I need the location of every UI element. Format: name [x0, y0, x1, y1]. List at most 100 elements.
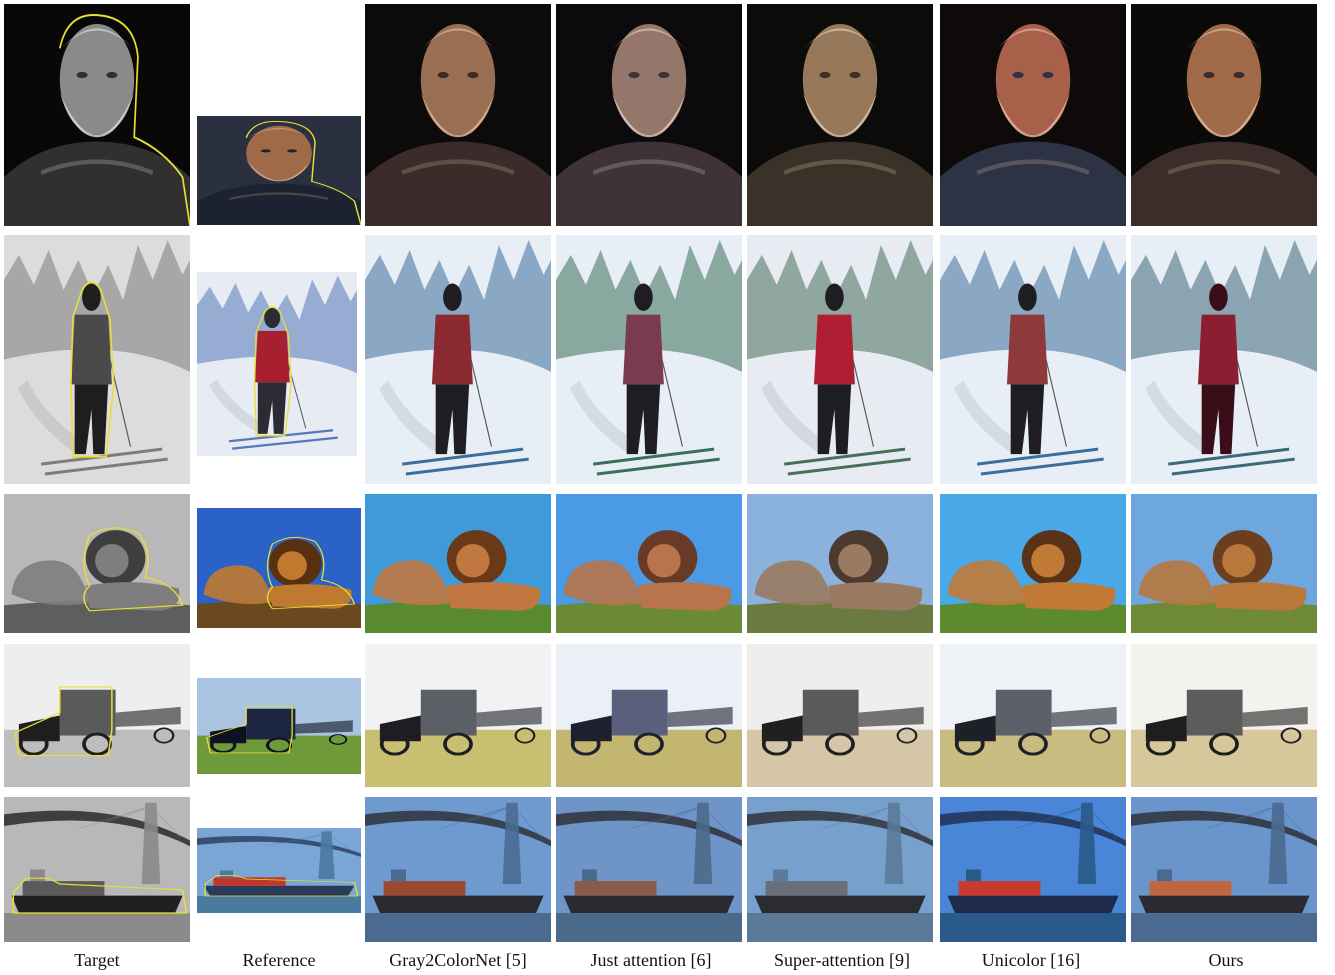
lion-face: [838, 544, 872, 578]
helmet: [82, 283, 101, 311]
lion-face: [277, 551, 307, 580]
ship-bridge: [219, 870, 234, 878]
comparison-grid: [0, 0, 1335, 975]
column-label-just-attention: Just attention [6]: [590, 950, 712, 970]
right-eye: [106, 71, 118, 79]
lion-face: [95, 544, 129, 578]
left-eye: [437, 71, 449, 79]
column-label-gray2colornet: Gray2ColorNet [5]: [389, 950, 527, 970]
column-label-target: Target: [74, 950, 120, 970]
scene-truck: [556, 644, 742, 787]
right-eye: [658, 71, 670, 79]
truck-box: [802, 689, 859, 736]
scene-skier: [556, 235, 742, 484]
face: [802, 23, 878, 135]
lion-face: [1222, 544, 1256, 578]
image-lions-gray2colornet: [365, 494, 551, 633]
helmet: [634, 283, 653, 311]
face: [995, 23, 1071, 135]
containers: [1149, 881, 1232, 896]
column-label-super-attention: Super-attention [9]: [773, 950, 911, 970]
water: [4, 913, 190, 942]
image-skier-unicolor: [940, 235, 1126, 484]
face: [246, 125, 312, 181]
image-lions-unicolor: [940, 494, 1126, 633]
ship-bridge: [966, 869, 981, 882]
scene-ship: [940, 797, 1126, 942]
ship-bridge: [1157, 869, 1172, 882]
truck-box: [246, 708, 296, 740]
truck-box: [59, 689, 116, 736]
containers: [574, 881, 657, 896]
water: [940, 913, 1126, 942]
scene-truck: [4, 644, 190, 787]
lion-body: [828, 582, 923, 611]
image-skier-target: [4, 235, 190, 484]
scene-lions: [1131, 494, 1317, 633]
image-skier-ours: [1131, 235, 1317, 484]
image-portrait-super_attention: [747, 4, 933, 226]
water: [197, 896, 361, 913]
scene-portrait: [4, 4, 190, 226]
containers: [765, 881, 848, 896]
image-ship-ours: [1131, 797, 1317, 942]
scene-truck: [365, 644, 551, 787]
face: [420, 23, 496, 135]
lion-face: [647, 544, 681, 578]
scene-skier: [940, 235, 1126, 484]
image-ship-just_attention: [556, 797, 742, 942]
truck-box: [1186, 689, 1243, 736]
face: [611, 23, 687, 135]
scene-lions: [556, 494, 742, 633]
helmet: [1209, 283, 1228, 311]
lion-body: [1212, 582, 1307, 611]
lion-body: [1021, 582, 1116, 611]
ship-bridge: [582, 869, 597, 882]
image-truck-ours: [1131, 644, 1317, 787]
ship-hull: [11, 895, 183, 913]
image-lions-ours: [1131, 494, 1317, 633]
scene-truck: [1131, 644, 1317, 787]
left-eye: [1012, 71, 1024, 79]
image-portrait-gray2colornet: [365, 4, 551, 226]
image-portrait-unicolor: [940, 4, 1126, 226]
scene-portrait: [1131, 4, 1317, 226]
image-lions-reference: [197, 508, 361, 628]
image-portrait-ours: [1131, 4, 1317, 226]
scene-ship: [747, 797, 933, 942]
ship-hull: [203, 885, 355, 896]
ship-bridge: [391, 869, 406, 882]
image-truck-gray2colornet: [365, 644, 551, 787]
helmet: [264, 307, 281, 329]
scene-skier: [4, 235, 190, 484]
scene-skier: [197, 272, 357, 456]
jacket: [622, 314, 664, 385]
jacket: [70, 314, 112, 385]
scene-truck: [940, 644, 1126, 787]
water: [747, 913, 933, 942]
scene-skier: [1131, 235, 1317, 484]
scene-ship: [4, 797, 190, 942]
image-skier-super_attention: [747, 235, 933, 484]
image-ship-super_attention: [747, 797, 933, 942]
truck-box: [611, 689, 668, 736]
lion-face: [1031, 544, 1065, 578]
jacket: [254, 330, 290, 383]
column-label-ours: Ours: [1208, 950, 1244, 970]
scene-ship: [365, 797, 551, 942]
ship-hull: [372, 895, 544, 913]
helmet: [825, 283, 844, 311]
ship-bridge: [30, 869, 45, 882]
right-eye: [849, 71, 861, 79]
left-eye: [1203, 71, 1215, 79]
scene-portrait: [556, 4, 742, 226]
image-ship-target: [4, 797, 190, 942]
right-eye: [1042, 71, 1054, 79]
containers: [383, 881, 466, 896]
face: [59, 23, 135, 135]
left-eye: [260, 149, 271, 153]
image-portrait-reference: [197, 116, 361, 225]
image-skier-gray2colornet: [365, 235, 551, 484]
scene-lions: [365, 494, 551, 633]
image-skier-reference: [197, 272, 357, 456]
